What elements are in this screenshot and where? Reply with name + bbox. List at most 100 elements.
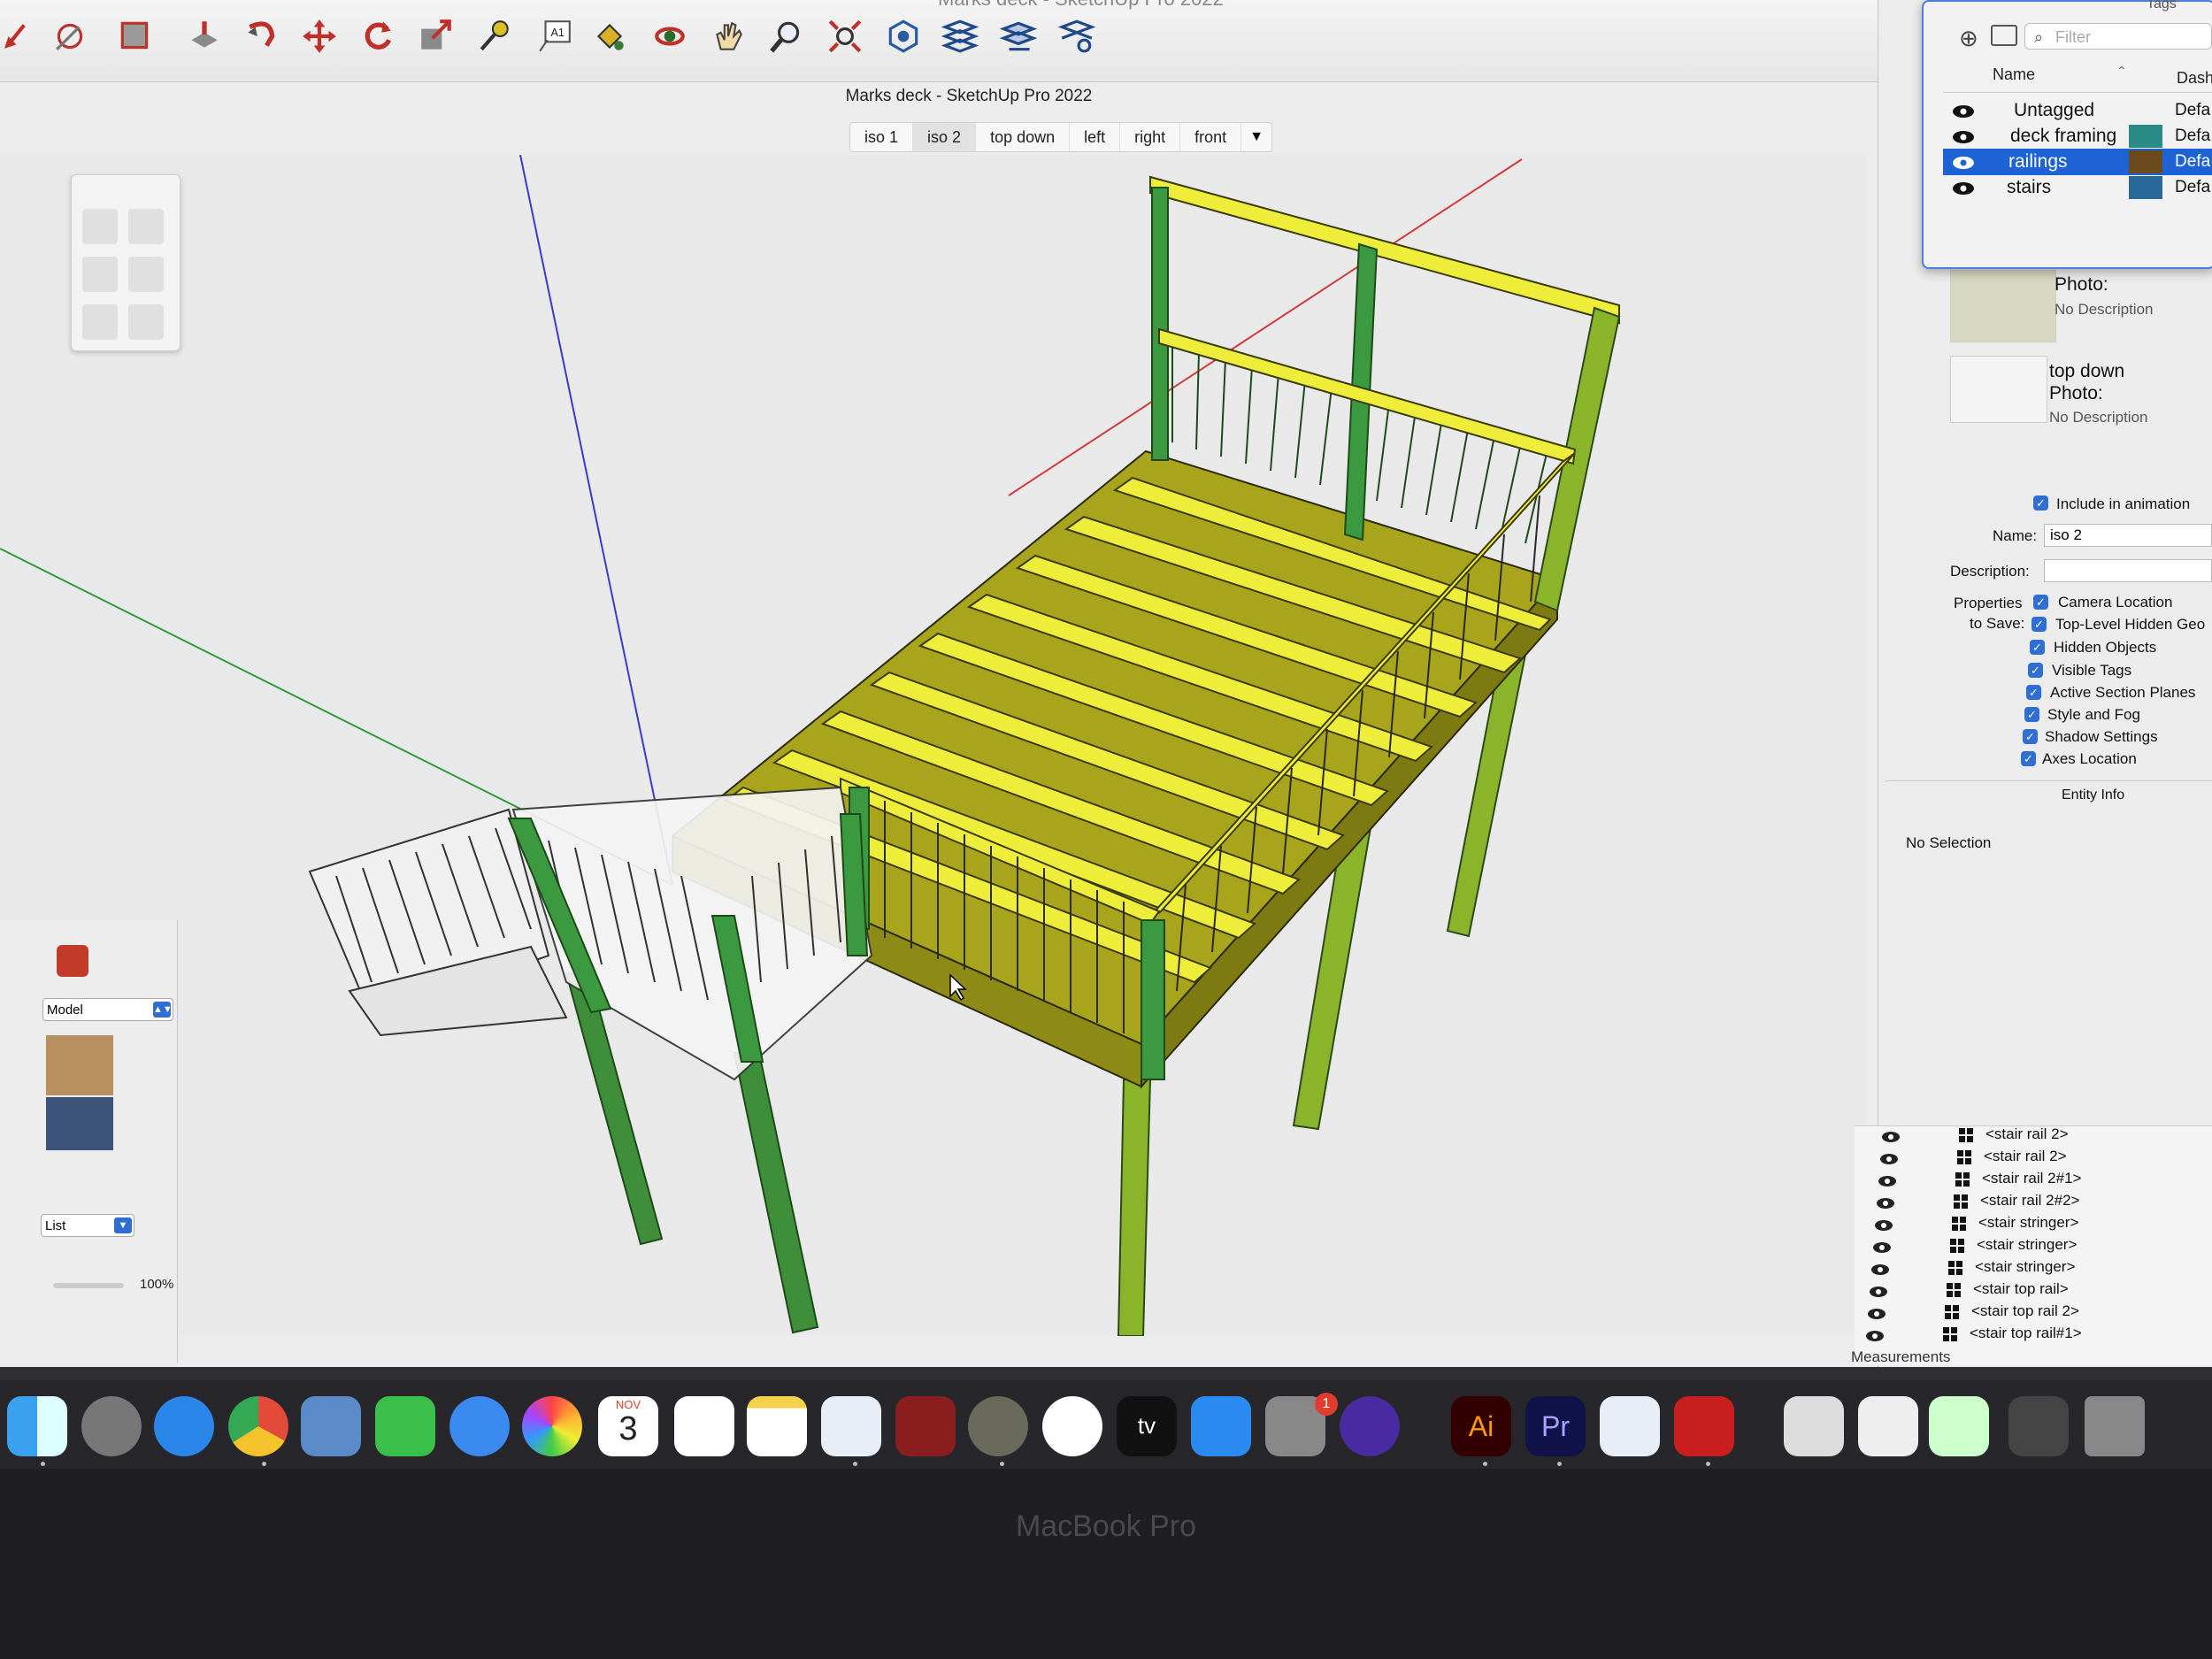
zoom-extents-icon[interactable] bbox=[825, 16, 865, 57]
mail-icon[interactable] bbox=[301, 1396, 361, 1456]
safari-icon[interactable] bbox=[154, 1396, 214, 1456]
tag-row-railings[interactable]: railings Defa bbox=[1943, 149, 2212, 175]
axes-location-checkbox[interactable]: ✓ bbox=[2021, 751, 2036, 766]
tab-top-down[interactable]: top down bbox=[976, 123, 1071, 151]
tab-front[interactable]: front bbox=[1180, 123, 1242, 151]
include-animation-checkbox[interactable]: ✓ bbox=[2033, 495, 2048, 511]
scene-name-input[interactable]: iso 2 bbox=[2044, 524, 2212, 547]
tab-iso-2[interactable]: iso 2 bbox=[913, 123, 977, 151]
tag-row-stairs[interactable]: stairs Defa bbox=[1943, 174, 2212, 201]
right-view-icon[interactable] bbox=[128, 257, 164, 292]
chrome-icon[interactable] bbox=[228, 1396, 288, 1456]
scene-description-input[interactable] bbox=[2044, 559, 2212, 582]
tag-color-swatch[interactable] bbox=[2129, 176, 2162, 199]
eye-icon[interactable] bbox=[1952, 128, 1975, 143]
music-icon[interactable] bbox=[1042, 1396, 1102, 1456]
tag-color-swatch[interactable] bbox=[2129, 150, 2162, 173]
prompt-icon[interactable] bbox=[1340, 1396, 1400, 1456]
sketchup-icon[interactable] bbox=[821, 1396, 881, 1456]
eye-icon[interactable] bbox=[1952, 103, 1975, 118]
zoom-icon[interactable] bbox=[766, 16, 807, 57]
tag-row-untagged[interactable]: Untagged Defa bbox=[1943, 97, 2212, 124]
gimp-icon[interactable] bbox=[968, 1396, 1028, 1456]
launchpad-icon[interactable] bbox=[81, 1396, 142, 1456]
eye-icon[interactable] bbox=[1876, 1196, 1895, 1209]
size-slider[interactable] bbox=[53, 1283, 124, 1288]
acrobat-icon[interactable] bbox=[1674, 1396, 1734, 1456]
photos-icon[interactable] bbox=[522, 1396, 582, 1456]
visible-tags-checkbox[interactable]: ✓ bbox=[2028, 663, 2043, 678]
scene-thumbnail-iso-2[interactable] bbox=[1950, 270, 2056, 342]
appstore-icon[interactable] bbox=[1191, 1396, 1251, 1456]
scene-tabs-more-button[interactable]: ▼ bbox=[1241, 123, 1271, 151]
eye-icon[interactable] bbox=[1874, 1218, 1893, 1231]
paint-bucket-icon[interactable] bbox=[589, 16, 630, 57]
tab-left[interactable]: left bbox=[1070, 123, 1121, 151]
front-view-icon[interactable] bbox=[82, 257, 118, 292]
finder-icon[interactable] bbox=[7, 1396, 67, 1456]
model-viewport[interactable] bbox=[0, 155, 1867, 1336]
materials-list-select[interactable]: List ▼ bbox=[41, 1214, 134, 1237]
pan-icon[interactable] bbox=[708, 16, 749, 57]
tags-header-name[interactable]: Name bbox=[1993, 65, 2035, 84]
push-pull-icon[interactable] bbox=[184, 16, 225, 57]
style-fog-checkbox[interactable]: ✓ bbox=[2024, 707, 2039, 722]
eye-icon[interactable] bbox=[1872, 1240, 1892, 1253]
back-view-icon[interactable] bbox=[82, 304, 118, 340]
left-view-icon[interactable] bbox=[128, 304, 164, 340]
materials-icon[interactable] bbox=[57, 945, 88, 977]
calendar-icon[interactable]: NOV 3 bbox=[598, 1396, 658, 1456]
messages-icon[interactable] bbox=[449, 1396, 510, 1456]
scale-icon[interactable] bbox=[416, 16, 457, 57]
eye-icon[interactable] bbox=[1869, 1285, 1888, 1297]
scenes-icon[interactable] bbox=[998, 16, 1039, 57]
layout-icon[interactable] bbox=[1600, 1396, 1660, 1456]
material-swatch[interactable] bbox=[46, 1035, 113, 1095]
chrome-doc-icon[interactable] bbox=[2008, 1396, 2069, 1456]
eye-icon[interactable] bbox=[1952, 180, 1975, 195]
orbit-icon[interactable] bbox=[649, 16, 690, 57]
illustrator-icon[interactable]: Ai bbox=[1451, 1396, 1511, 1456]
add-tag-icon[interactable]: ⊕ bbox=[1959, 25, 1978, 52]
trash-icon[interactable] bbox=[2085, 1396, 2145, 1456]
eye-icon[interactable] bbox=[1878, 1174, 1897, 1187]
eye-icon[interactable] bbox=[1865, 1329, 1885, 1341]
add-tag-folder-icon[interactable] bbox=[1991, 25, 2017, 46]
hidden-objects-checkbox[interactable]: ✓ bbox=[2030, 640, 2045, 655]
eye-icon[interactable] bbox=[1879, 1152, 1899, 1164]
shadow-settings-checkbox[interactable]: ✓ bbox=[2023, 729, 2038, 744]
tab-right[interactable]: right bbox=[1120, 123, 1181, 151]
select-icon[interactable] bbox=[0, 16, 41, 57]
tab-iso-1[interactable]: iso 1 bbox=[850, 123, 914, 151]
material-swatch[interactable] bbox=[46, 1097, 113, 1150]
tags-filter-input[interactable]: ⌕ Filter bbox=[2024, 23, 2212, 50]
reminders-icon[interactable] bbox=[674, 1396, 734, 1456]
appletv-icon[interactable]: tv bbox=[1117, 1396, 1177, 1456]
image-doc-icon[interactable] bbox=[1929, 1396, 1989, 1456]
rotate-icon[interactable] bbox=[357, 16, 398, 57]
iso-view-icon[interactable] bbox=[82, 209, 118, 244]
follow-me-icon[interactable] bbox=[241, 16, 281, 57]
eye-icon[interactable] bbox=[1881, 1130, 1901, 1142]
tags-icon[interactable] bbox=[940, 16, 980, 57]
dragon-icon[interactable] bbox=[895, 1396, 956, 1456]
notes-icon[interactable] bbox=[747, 1396, 807, 1456]
ai-doc-icon[interactable] bbox=[1858, 1396, 1918, 1456]
eye-icon[interactable] bbox=[1870, 1263, 1890, 1275]
styles-icon[interactable] bbox=[1056, 16, 1097, 57]
top-view-icon[interactable] bbox=[128, 209, 164, 244]
camera-location-checkbox[interactable]: ✓ bbox=[2033, 595, 2048, 610]
eye-icon[interactable] bbox=[1952, 154, 1975, 169]
hidden-geometry-checkbox[interactable]: ✓ bbox=[2032, 617, 2047, 632]
tag-color-swatch[interactable] bbox=[2129, 125, 2162, 148]
move-icon[interactable] bbox=[299, 16, 340, 57]
tag-row-deck-framing[interactable]: deck framing Defa bbox=[1943, 123, 2212, 150]
tags-header-dash[interactable]: Dash bbox=[2177, 69, 2212, 88]
premiere-icon[interactable]: Pr bbox=[1525, 1396, 1586, 1456]
section-planes-checkbox[interactable]: ✓ bbox=[2026, 685, 2041, 700]
preview-icon[interactable] bbox=[1784, 1396, 1844, 1456]
eye-icon[interactable] bbox=[1867, 1307, 1886, 1319]
facetime-icon[interactable] bbox=[375, 1396, 435, 1456]
tape-measure-icon[interactable] bbox=[474, 16, 515, 57]
text-icon[interactable]: A1 bbox=[534, 16, 575, 57]
